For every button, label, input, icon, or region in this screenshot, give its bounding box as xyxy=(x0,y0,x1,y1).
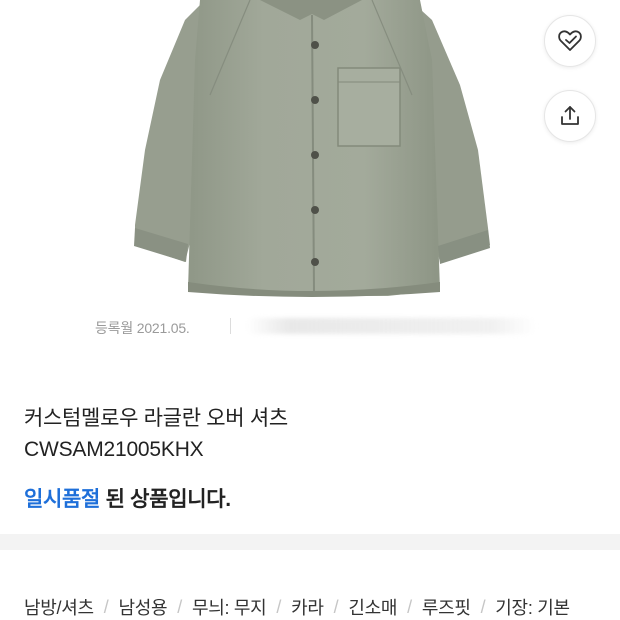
divider xyxy=(230,318,231,334)
tag-separator: / xyxy=(407,596,412,617)
tag-separator: / xyxy=(177,596,182,617)
product-name: 커스텀멜로우 라글란 오버 셔츠 xyxy=(24,407,288,430)
tag-separator: / xyxy=(103,596,109,617)
heart-check-icon xyxy=(558,30,582,51)
like-button[interactable] xyxy=(544,15,596,67)
tag-separator: / xyxy=(333,596,339,617)
product-image[interactable]: 등록월 2021.05. xyxy=(0,0,620,345)
sold-out-label: 일시품절 xyxy=(24,488,101,511)
share-icon xyxy=(561,106,579,125)
tag-separator: / xyxy=(276,596,282,617)
status-message: 된 상품입니다. xyxy=(100,488,232,511)
tag-item: 루즈핏 xyxy=(421,598,471,618)
tag-item: 긴소매 xyxy=(348,598,398,618)
spec-tags: 남방/셔츠 / 남성용 / 무늬: 무지 / 카라 / 긴소매 / 루즈핏 / … xyxy=(24,594,570,620)
product-code: CWSAM21005KHX xyxy=(24,438,204,461)
tag-item: 남방/셔츠 xyxy=(24,598,94,618)
tag-item: 남성용 xyxy=(118,598,168,618)
tag-item: 카라 xyxy=(291,598,324,618)
registration-date: 등록월 2021.05. xyxy=(95,320,190,336)
blurred-info xyxy=(246,318,536,334)
share-button[interactable] xyxy=(544,90,596,142)
tag-item: 기장: 기본 xyxy=(495,598,570,618)
tag-item: 무늬: 무지 xyxy=(191,598,267,618)
stock-status: 일시품절 된 상품입니다. xyxy=(24,483,231,513)
tag-separator: / xyxy=(480,596,486,617)
shirt-photo xyxy=(134,0,490,297)
section-divider xyxy=(0,534,620,550)
